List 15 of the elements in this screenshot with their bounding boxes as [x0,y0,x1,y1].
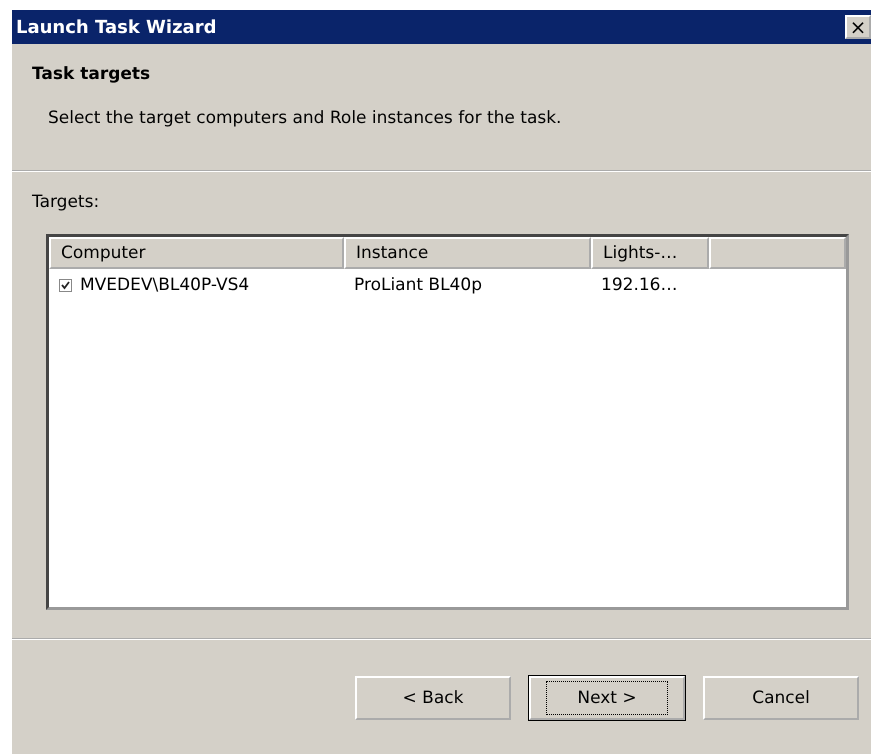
column-header[interactable]: Instance [344,237,591,269]
page-description: Select the target computers and Role instances for the task. [47,108,562,128]
close-button[interactable]: × [845,15,871,39]
table-cell: ProLiant BL40p [354,275,482,295]
checkbox[interactable] [59,278,72,292]
wizard-button[interactable]: < Back [355,676,511,720]
column-header[interactable]: Lights-… [591,237,709,269]
wizard-button[interactable]: Cancel [703,676,859,720]
table-cell: 192.16… [601,275,678,295]
table-cell: MVEDEV\BL40P-VS4 [80,275,250,295]
column-header[interactable]: Computer [49,237,344,269]
targets-label: Targets: [32,192,100,212]
page-title: Task targets [32,64,152,84]
window-title: Launch Task Wizard [16,16,216,38]
default-button[interactable]: Next > [529,676,685,720]
